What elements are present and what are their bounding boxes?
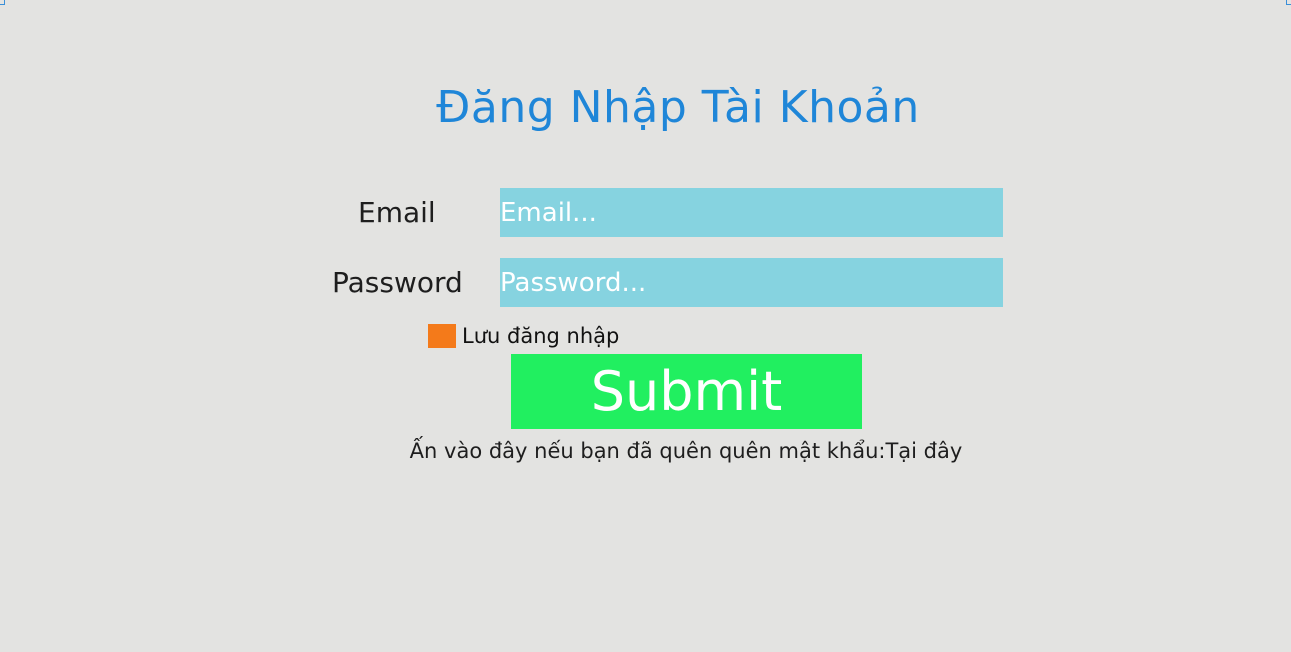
corner-marker-right [1286,0,1291,5]
forgot-password-text: Ấn vào đây nếu bạn đã quên quên mật khẩu… [409,439,886,463]
corner-marker-left [0,0,5,5]
submit-button[interactable]: Submit [511,354,862,429]
forgot-password-line: Ấn vào đây nếu bạn đã quên quên mật khẩu… [0,439,1291,463]
email-label: Email [358,196,436,229]
remember-label: Lưu đăng nhập [462,324,620,348]
remember-login[interactable]: Lưu đăng nhập [428,324,619,348]
password-field[interactable] [500,258,1003,307]
password-label: Password [332,266,463,299]
forgot-password-link[interactable]: Tại đây [885,439,962,463]
remember-checkbox[interactable] [428,324,456,348]
email-field[interactable] [500,188,1003,237]
page-title: Đăng Nhập Tài Khoản [436,82,920,133]
